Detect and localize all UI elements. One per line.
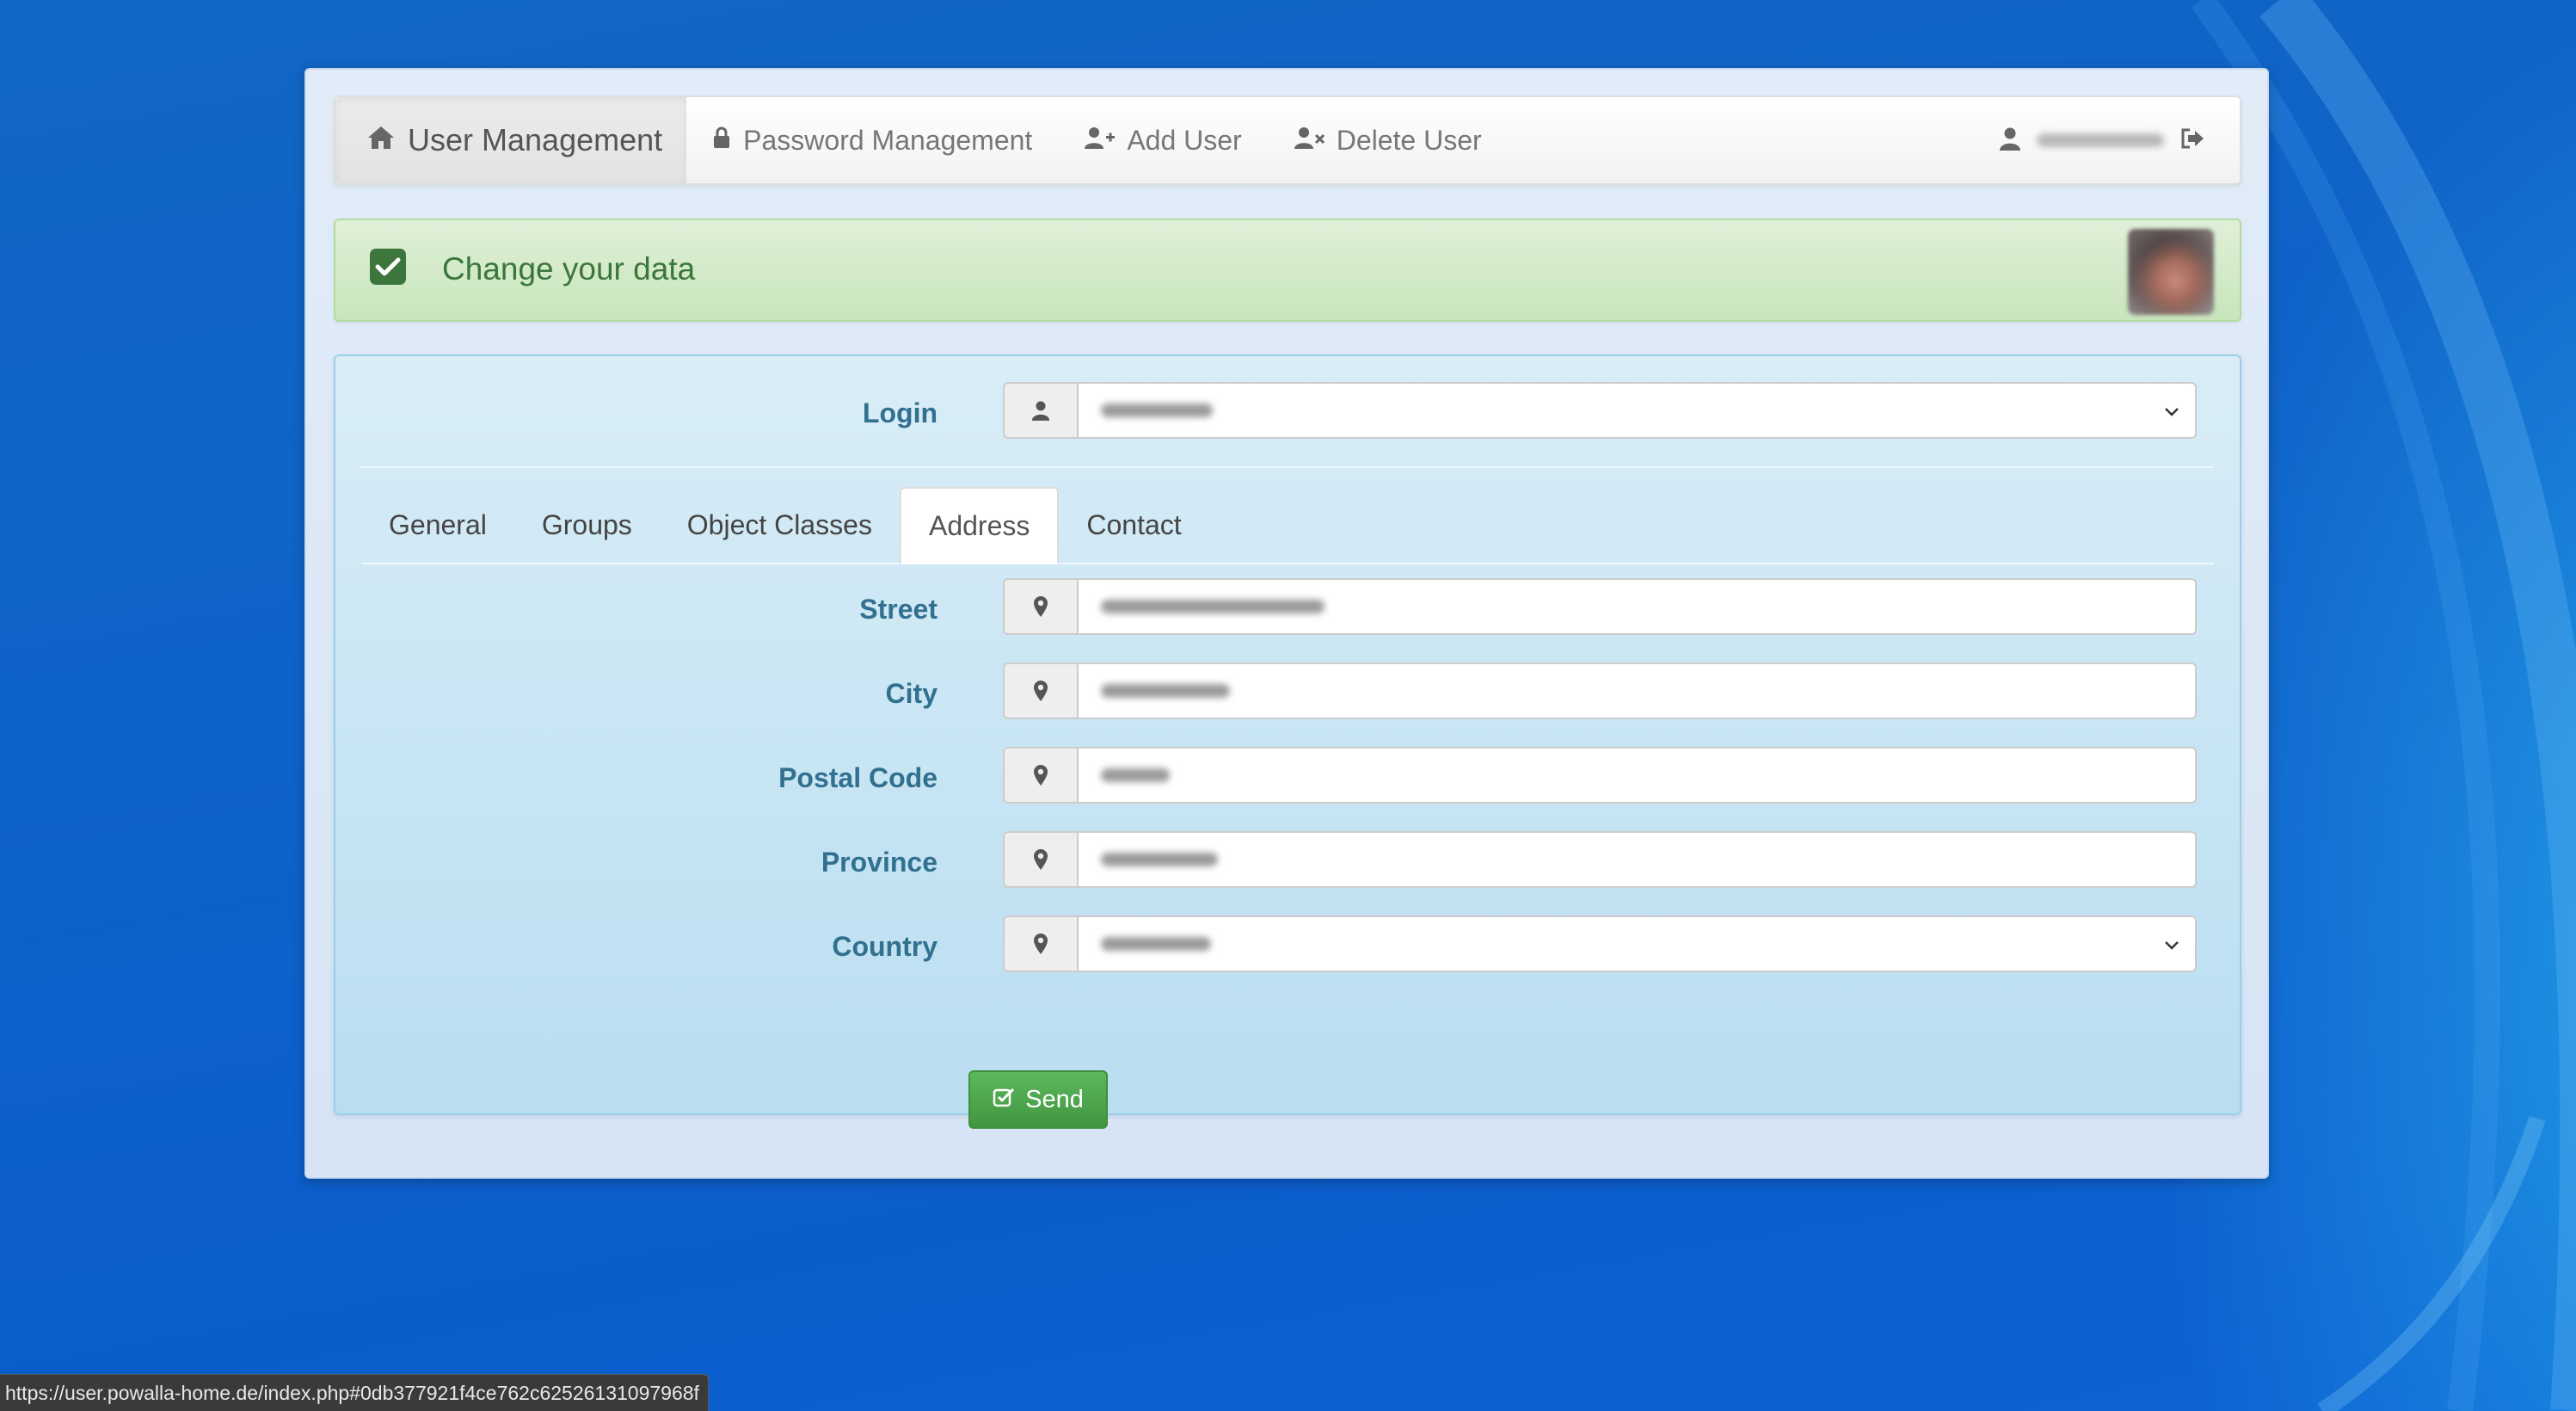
country-value-redacted	[1101, 937, 1211, 951]
nav-add-user[interactable]: Add User	[1058, 97, 1267, 183]
user-form-panel: Login General Groups Object Classes Addr…	[334, 354, 2241, 1115]
login-select-group	[1003, 382, 2197, 439]
main-container: User Management Password Management Add …	[304, 68, 2269, 1179]
user-plus-icon	[1084, 125, 1116, 157]
login-value-redacted	[1101, 404, 1213, 417]
user-icon	[1999, 126, 2021, 155]
street-value-redacted	[1101, 600, 1325, 613]
nav-brand-label: User Management	[408, 122, 663, 157]
tab-contact[interactable]: Contact	[1059, 487, 1208, 563]
alert-text: Change your data	[442, 251, 696, 287]
username-redacted[interactable]	[2037, 133, 2164, 147]
nav-item-label: Password Management	[743, 124, 1033, 156]
street-group	[1003, 578, 2197, 635]
send-button[interactable]: Send	[968, 1070, 1108, 1129]
browser-status-bar: https://user.powalla-home.de/index.php#0…	[0, 1374, 709, 1411]
lock-icon	[712, 125, 731, 157]
country-label: Country	[832, 931, 938, 962]
map-marker-icon	[1003, 747, 1077, 804]
send-button-label: Send	[1025, 1085, 1084, 1113]
check-square-icon	[993, 1086, 1015, 1114]
map-marker-icon	[1003, 915, 1077, 972]
user-icon	[1003, 382, 1077, 439]
check-square-icon	[370, 249, 406, 285]
map-marker-icon	[1003, 662, 1077, 719]
top-navbar: User Management Password Management Add …	[334, 96, 2241, 185]
nav-user-management[interactable]: User Management	[335, 97, 687, 183]
postal-code-group	[1003, 747, 2197, 804]
street-input[interactable]	[1077, 578, 2197, 635]
login-label: Login	[862, 397, 938, 428]
city-value-redacted	[1101, 684, 1230, 698]
map-marker-icon	[1003, 831, 1077, 888]
tab-object-classes[interactable]: Object Classes	[660, 487, 900, 563]
status-url: https://user.powalla-home.de/index.php#0…	[5, 1382, 699, 1404]
province-value-redacted	[1101, 853, 1218, 866]
login-select[interactable]	[1077, 382, 2197, 439]
chevron-down-icon	[2162, 936, 2181, 959]
city-group	[1003, 662, 2197, 719]
divider	[361, 466, 2214, 468]
street-label: Street	[859, 594, 938, 625]
city-label: City	[885, 678, 938, 709]
map-marker-icon	[1003, 578, 1077, 635]
logout-icon[interactable]	[2179, 127, 2205, 154]
province-label: Province	[821, 847, 938, 878]
home-icon	[366, 122, 396, 158]
nav-delete-user[interactable]: Delete User	[1268, 97, 1508, 183]
info-alert: Change your data	[334, 219, 2241, 322]
country-select[interactable]	[1077, 915, 2197, 972]
postal-code-label: Postal Code	[778, 762, 938, 793]
avatar	[2128, 229, 2214, 315]
tab-groups[interactable]: Groups	[514, 487, 660, 563]
form-tabs: General Groups Object Classes Address Co…	[361, 485, 2214, 564]
nav-item-label: Delete User	[1336, 124, 1482, 156]
tab-general[interactable]: General	[361, 487, 514, 563]
nav-item-label: Add User	[1127, 124, 1242, 156]
nav-password-management[interactable]: Password Management	[686, 97, 1058, 183]
user-times-icon	[1294, 125, 1325, 157]
chevron-down-icon	[2162, 403, 2181, 426]
postal-code-value-redacted	[1101, 768, 1170, 782]
city-input[interactable]	[1077, 662, 2197, 719]
nav-user-area	[1999, 97, 2240, 183]
country-group	[1003, 915, 2197, 972]
postal-code-input[interactable]	[1077, 747, 2197, 804]
tab-address[interactable]: Address	[899, 487, 1060, 564]
province-group	[1003, 831, 2197, 888]
province-input[interactable]	[1077, 831, 2197, 888]
